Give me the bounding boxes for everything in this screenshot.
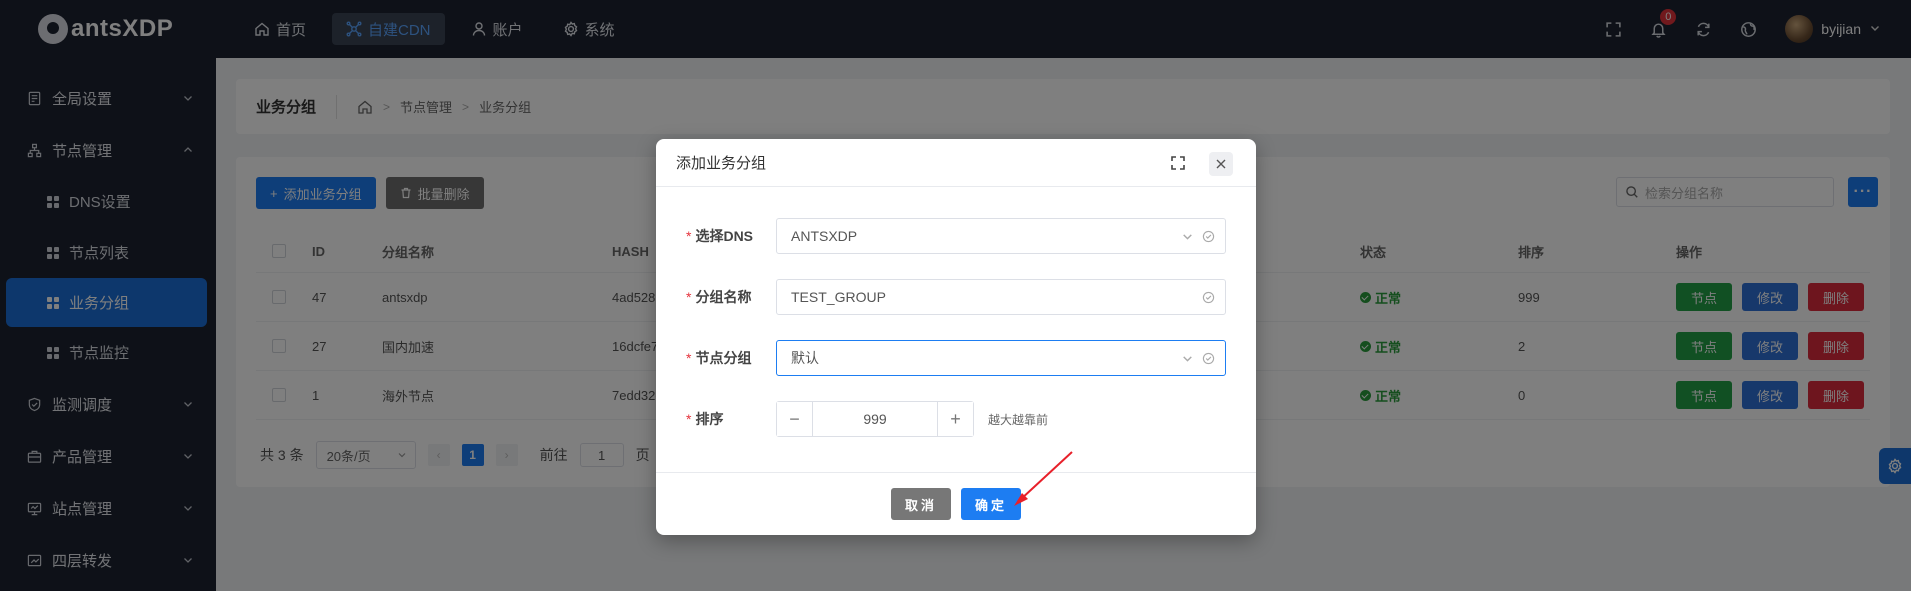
close-icon (1216, 159, 1226, 169)
group-name-label: * 分组名称 (686, 289, 752, 305)
maximize-icon[interactable] (1170, 155, 1186, 171)
sort-stepper: − 999 + (776, 401, 974, 437)
increment-button[interactable]: + (937, 402, 973, 436)
node-group-select[interactable]: 默认 (776, 340, 1226, 376)
dns-select[interactable]: ANTSXDP (776, 218, 1226, 254)
dns-value: ANTSXDP (791, 228, 858, 244)
sort-value[interactable]: 999 (813, 411, 937, 427)
node-group-label: * 节点分组 (686, 350, 752, 366)
sort-hint: 越大越靠前 (988, 412, 1049, 427)
form-row-group-name: * 分组名称 TEST_GROUP (656, 279, 1256, 315)
decrement-button[interactable]: − (777, 402, 813, 436)
chevron-down-icon (1183, 355, 1192, 362)
close-button[interactable] (1209, 152, 1233, 176)
cancel-button[interactable]: 取消 (891, 488, 951, 520)
add-group-dialog: 添加业务分组 * 选择DNS ANTSXDP * 分组名称 TEST_GROUP *… (656, 139, 1256, 535)
group-name-input[interactable]: TEST_GROUP (776, 279, 1226, 315)
check-circle-icon (1202, 230, 1215, 242)
check-circle-icon (1202, 291, 1215, 303)
dialog-title: 添加业务分组 (676, 155, 767, 172)
check-circle-icon (1202, 352, 1215, 364)
chevron-down-icon (1183, 233, 1192, 240)
annotation-arrow-icon (1014, 451, 1073, 506)
dialog-header: 添加业务分组 (656, 139, 1256, 187)
form-row-node-group: * 节点分组 默认 (656, 340, 1256, 376)
dns-label: * 选择DNS (686, 228, 754, 244)
dialog-footer: 取消 确定 (656, 472, 1256, 535)
sort-label: * 排序 (686, 411, 724, 427)
group-name-value: TEST_GROUP (791, 289, 886, 305)
form-row-sort: * 排序 − 999 + 越大越靠前 (656, 401, 1256, 437)
form-row-dns: * 选择DNS ANTSXDP (656, 218, 1256, 254)
node-group-value: 默认 (791, 350, 819, 366)
